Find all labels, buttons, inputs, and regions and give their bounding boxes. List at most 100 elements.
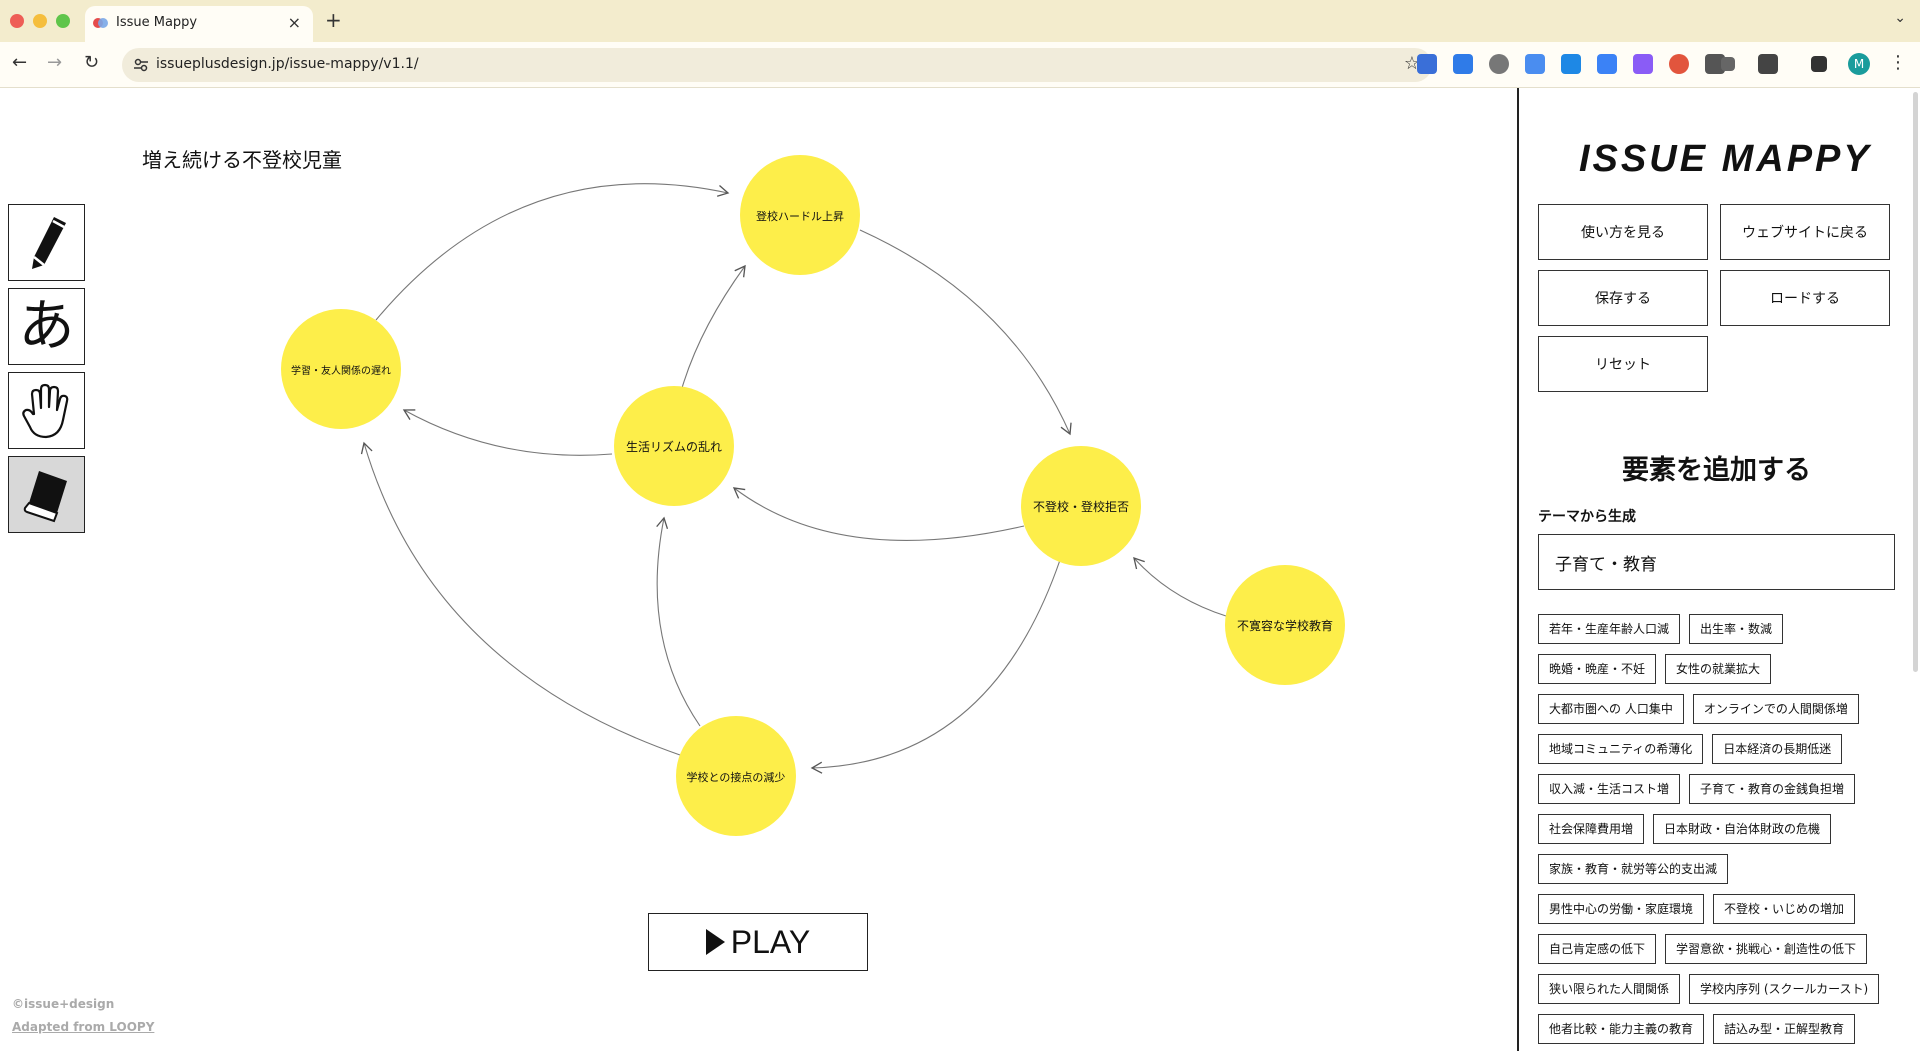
new-tab-button[interactable]: +	[325, 8, 342, 32]
incognito-icon[interactable]	[1721, 57, 1735, 71]
node-intolerant[interactable]: 不寛容な学校教育	[1225, 565, 1345, 685]
qr-code-icon[interactable]	[1758, 54, 1778, 74]
element-tag[interactable]: 男性中心の労働・家庭環境	[1538, 894, 1705, 924]
node-hurdle[interactable]: 登校ハードル上昇	[740, 155, 860, 275]
tab-title: Issue Mappy	[116, 15, 198, 30]
tab-close-icon[interactable]: ×	[288, 13, 301, 32]
map-canvas[interactable]: 登校ハードル上昇学習・友人関係の遅れ生活リズムの乱れ不登校・登校拒否不寛容な学校…	[0, 88, 1517, 1051]
address-bar[interactable]: issueplusdesign.jp/issue-mappy/v1.1/ ☆	[122, 48, 1432, 82]
element-tag[interactable]: オンラインでの人間関係増	[1692, 694, 1859, 724]
extension-icon[interactable]	[1417, 54, 1437, 74]
node-refusal[interactable]: 不登校・登校拒否	[1021, 446, 1141, 566]
element-tag[interactable]: 家族・教育・就労等公的支出減	[1538, 854, 1729, 884]
browser-tab[interactable]: Issue Mappy ×	[85, 6, 313, 42]
edge-contact-to-rhythm	[656, 516, 701, 727]
brand-logo: ISSUE MAPPY	[1579, 138, 1872, 180]
node-label: 学校との接点の減少	[687, 770, 786, 784]
node-label: 生活リズムの乱れ	[626, 439, 722, 454]
node-rhythm[interactable]: 生活リズムの乱れ	[614, 386, 734, 506]
text-tool-button[interactable]: あ	[8, 288, 85, 365]
element-tag[interactable]: 社会保障費用増	[1538, 814, 1645, 844]
howto-button[interactable]: 使い方を見る	[1538, 204, 1708, 260]
download-icon[interactable]	[1811, 56, 1827, 72]
extension-icon[interactable]	[1489, 54, 1509, 74]
edge-contact-to-study	[360, 441, 681, 756]
edge-intolerant-to-refusal	[1133, 556, 1227, 617]
element-tag[interactable]: 自己肯定感の低下	[1538, 934, 1657, 964]
copyright-credit: ©issue+design	[12, 997, 115, 1011]
edge-rhythm-to-study	[402, 409, 613, 456]
theme-input[interactable]	[1538, 534, 1895, 590]
element-tag[interactable]: 学習意欲・挑戦心・創造性の低下	[1665, 934, 1868, 964]
pencil-icon	[31, 216, 66, 269]
maximize-window-button[interactable]	[56, 14, 70, 28]
minimize-window-button[interactable]	[33, 14, 47, 28]
reload-icon[interactable]: ↻	[84, 52, 99, 73]
element-tag[interactable]: 狭い限られた人間関係	[1538, 974, 1681, 1004]
site-settings-icon[interactable]	[132, 56, 150, 74]
element-tag[interactable]: 収入減・生活コスト増	[1538, 774, 1681, 804]
close-window-button[interactable]	[10, 14, 24, 28]
save-button[interactable]: 保存する	[1538, 270, 1708, 326]
node-label: 登校ハードル上昇	[756, 209, 844, 223]
edge-study-to-hurdle	[375, 183, 730, 321]
node-label: 不寛容な学校教育	[1237, 618, 1333, 633]
tab-list-chevron-icon[interactable]: ⌄	[1894, 10, 1906, 26]
hand-icon	[21, 383, 68, 438]
extension-icon[interactable]	[1633, 54, 1653, 74]
text-icon: あ	[18, 293, 75, 359]
element-tag[interactable]: 他者比較・能力主義の教育	[1538, 1014, 1705, 1044]
extension-icon[interactable]	[1669, 54, 1689, 74]
element-tag[interactable]: 不登校・いじめの増加	[1713, 894, 1856, 924]
browser-menu-icon[interactable]: ⋮	[1889, 52, 1907, 73]
add-elements-heading: 要素を追加する	[1622, 455, 1811, 486]
eraser-icon	[23, 470, 67, 522]
play-label: PLAY	[730, 923, 811, 960]
element-tag[interactable]: 詰込み型・正解型教育	[1713, 1014, 1856, 1044]
browser-toolbar: ← → ↻ issueplusdesign.jp/issue-mappy/v1.…	[0, 42, 1920, 88]
element-tag[interactable]: 女性の就業拡大	[1665, 654, 1772, 684]
map-title[interactable]: 増え続ける不登校児童	[142, 144, 342, 173]
element-tag[interactable]: 日本財政・自治体財政の危機	[1653, 814, 1832, 844]
element-tag[interactable]: 晩婚・晩産・不妊	[1538, 654, 1657, 684]
element-tag[interactable]: 地域コミュニティの希薄化	[1538, 734, 1704, 764]
eraser-tool-button[interactable]	[8, 456, 85, 533]
panel-scrollbar[interactable]	[1913, 92, 1918, 672]
hand-tool-button[interactable]	[8, 372, 85, 449]
element-tag[interactable]: 子育て・教育の金銭負担増	[1689, 774, 1856, 804]
node-label: 不登校・登校拒否	[1033, 499, 1129, 514]
element-tag[interactable]: 学校内序列 (スクールカースト)	[1689, 974, 1880, 1004]
element-tag[interactable]: 若年・生産年齢人口減	[1538, 614, 1681, 644]
theme-label: テーマから生成	[1538, 509, 1636, 525]
forward-arrow-icon[interactable]: →	[47, 52, 62, 73]
side-panel: ISSUE MAPPY 使い方を見る ウェブサイトに戻る 保存する ロードする …	[1517, 88, 1920, 1051]
extension-icon[interactable]	[1453, 54, 1473, 74]
element-tag-list: 若年・生産年齢人口減 出生率・数減晩婚・晩産・不妊 女性の就業拡大大都市圏への 人口…	[1538, 614, 1903, 1044]
loopy-credit-link[interactable]: Adapted from LOOPY	[12, 1020, 154, 1034]
extension-icon[interactable]	[1525, 54, 1545, 74]
node-label: 学習・友人関係の遅れ	[291, 364, 391, 377]
extension-icon[interactable]	[1597, 54, 1617, 74]
element-tag[interactable]: 大都市圏への 人口集中	[1538, 694, 1684, 724]
favicon-icon	[93, 18, 108, 28]
reset-button[interactable]: リセット	[1538, 336, 1708, 392]
edge-refusal-to-contact	[810, 559, 1061, 774]
pencil-tool-button[interactable]	[8, 204, 85, 281]
back-arrow-icon[interactable]: ←	[12, 52, 27, 73]
url-text[interactable]: issueplusdesign.jp/issue-mappy/v1.1/	[156, 56, 419, 72]
node-study[interactable]: 学習・友人関係の遅れ	[281, 309, 401, 429]
website-button[interactable]: ウェブサイトに戻る	[1720, 204, 1890, 260]
edge-hurdle-to-refusal	[859, 229, 1072, 436]
element-tag[interactable]: 日本経済の長期低迷	[1712, 734, 1843, 764]
element-tag[interactable]: 出生率・数減	[1689, 614, 1784, 644]
page-viewport: 登校ハードル上昇学習・友人関係の遅れ生活リズムの乱れ不登校・登校拒否不寛容な学校…	[0, 88, 1920, 1051]
edge-refusal-to-rhythm	[732, 487, 1025, 541]
loop-diagram[interactable]: 登校ハードル上昇学習・友人関係の遅れ生活リズムの乱れ不登校・登校拒否不寛容な学校…	[0, 88, 1517, 1051]
edge-rhythm-to-hurdle	[681, 264, 746, 389]
profile-avatar[interactable]: M	[1848, 53, 1870, 75]
load-button[interactable]: ロードする	[1720, 270, 1890, 326]
play-button[interactable]: PLAY	[648, 913, 868, 971]
node-contact[interactable]: 学校との接点の減少	[676, 716, 796, 836]
extension-icon[interactable]	[1561, 54, 1581, 74]
play-icon	[705, 929, 725, 955]
